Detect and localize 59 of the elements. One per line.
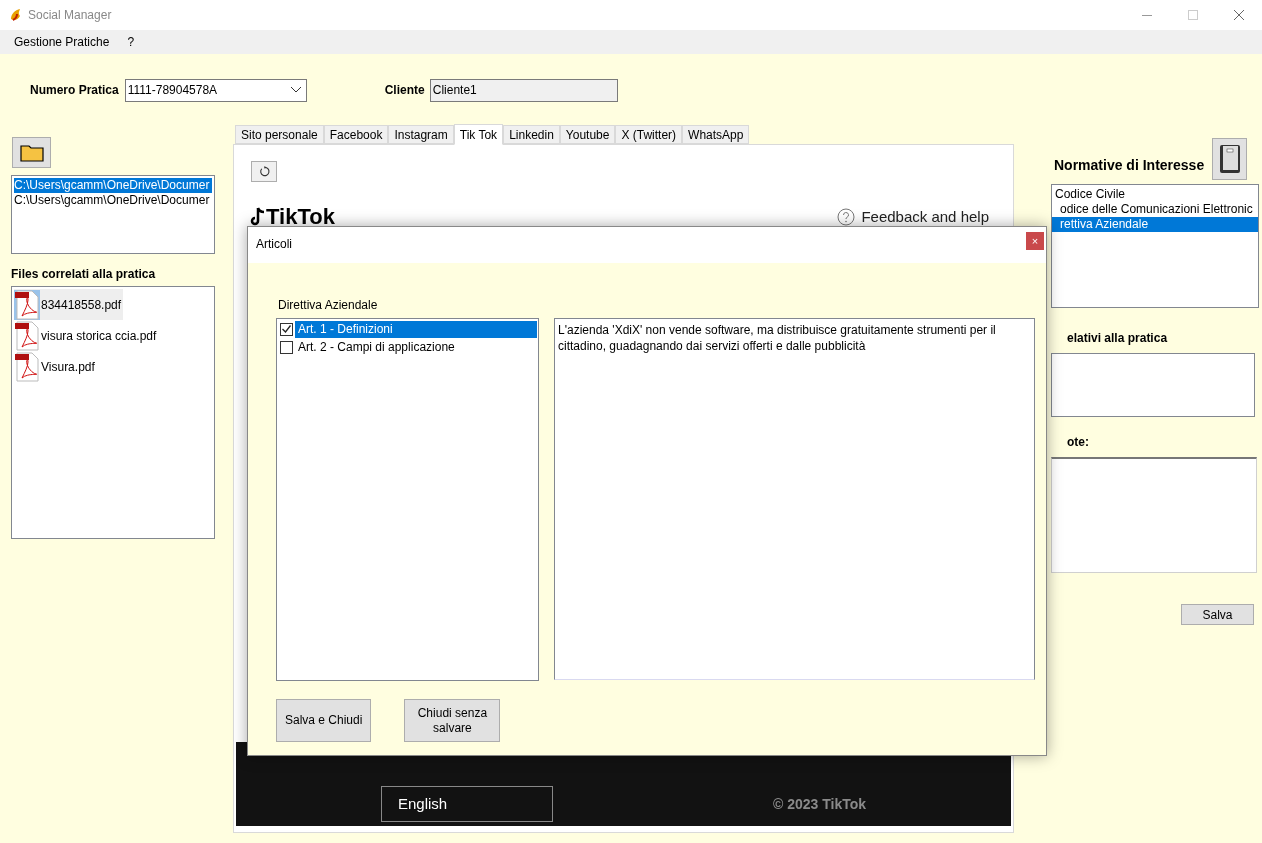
music-note-icon	[250, 207, 266, 227]
tab[interactable]: Linkedin	[503, 125, 560, 144]
section-title: Normative di Interesse	[1054, 156, 1205, 175]
pdf-file-icon	[14, 289, 40, 320]
checkmark-icon	[282, 325, 291, 333]
language-select[interactable]: English	[381, 786, 553, 822]
minimize-icon	[1142, 14, 1152, 16]
book-button[interactable]	[1212, 138, 1248, 180]
file-item[interactable]: visura storica ccia.pdf	[14, 320, 159, 351]
folder-icon	[19, 143, 44, 162]
feedback-link[interactable]: Feedback and help	[861, 205, 989, 229]
dialog-action-button[interactable]: Chiudi senza salvare	[404, 699, 501, 742]
dialog-action-button[interactable]: Salva e Chiudi	[276, 699, 372, 742]
cliente-field: Cliente1	[429, 78, 618, 102]
dialog-title: Articoli	[256, 236, 292, 253]
window-title: Social Manager	[28, 7, 112, 24]
tab[interactable]: Tik Tok	[453, 124, 504, 145]
normative-item[interactable]: Codice Civile	[1052, 187, 1258, 202]
copyright-text: © 2023 TikTok	[773, 794, 867, 814]
checkbox[interactable]	[280, 322, 293, 336]
checkbox[interactable]	[280, 340, 293, 354]
section-label: elativi alla pratica	[1066, 330, 1169, 347]
tab[interactable]: Sito personale	[235, 125, 324, 144]
tab[interactable]: X (Twitter)	[615, 125, 683, 144]
section-label: ote:	[1066, 434, 1090, 451]
maximize-icon	[1188, 10, 1198, 20]
save-button[interactable]: Salva	[1181, 604, 1254, 625]
pdf-file-icon	[14, 320, 40, 351]
file-item[interactable]: Visura.pdf	[14, 351, 97, 382]
menu-item[interactable]: Gestione Pratiche	[7, 33, 117, 51]
tab[interactable]: WhatsApp	[682, 125, 750, 144]
refresh-icon	[258, 166, 270, 177]
folder-path[interactable]: C:\Users\gcamm\OneDrive\Documer	[14, 193, 212, 208]
group-label: Direttiva Aziendale	[278, 297, 379, 314]
related-box[interactable]	[1051, 353, 1255, 417]
normative-item[interactable]: rettiva Aziendale	[1052, 217, 1258, 232]
section-label: Files correlati alla pratica	[11, 266, 157, 283]
field-label: Numero Pratica	[30, 82, 119, 99]
dialog-close-button[interactable]: ×	[1026, 232, 1044, 250]
close-icon	[1234, 10, 1244, 20]
article-item[interactable]: Art. 2 - Campi di applicazione	[295, 338, 537, 356]
file-item[interactable]: 834418558.pdf	[14, 289, 124, 320]
article-text-area[interactable]: L'azienda 'XdiX' non vende software, ma distribuisce gratuitamente strumenti per il cittadino, guadagnando dai servizi offerti e dalle pubblicità	[554, 318, 1035, 680]
tab[interactable]: Instagram	[388, 125, 454, 144]
article-item[interactable]: Art. 1 - Definizioni	[295, 320, 537, 338]
open-folder-button[interactable]	[12, 137, 51, 168]
numero-pratica-dropdown[interactable]: 1111-78904578A	[124, 78, 307, 102]
field-label: Cliente	[384, 82, 425, 99]
refresh-button[interactable]	[251, 161, 277, 182]
menu-item[interactable]: ?	[120, 33, 142, 51]
chevron-down-icon	[290, 87, 301, 93]
tab[interactable]: Youtube	[559, 125, 616, 144]
tiktok-logo: TikTok	[266, 206, 335, 228]
tab[interactable]: Facebook	[323, 125, 389, 144]
normative-item[interactable]: odice delle Comunicazioni Elettronic	[1052, 202, 1258, 217]
folder-path[interactable]: C:\Users\gcamm\OneDrive\Documer	[14, 178, 212, 193]
pdf-file-icon	[14, 351, 40, 382]
help-icon	[837, 208, 856, 226]
notes-field[interactable]	[1051, 457, 1257, 573]
